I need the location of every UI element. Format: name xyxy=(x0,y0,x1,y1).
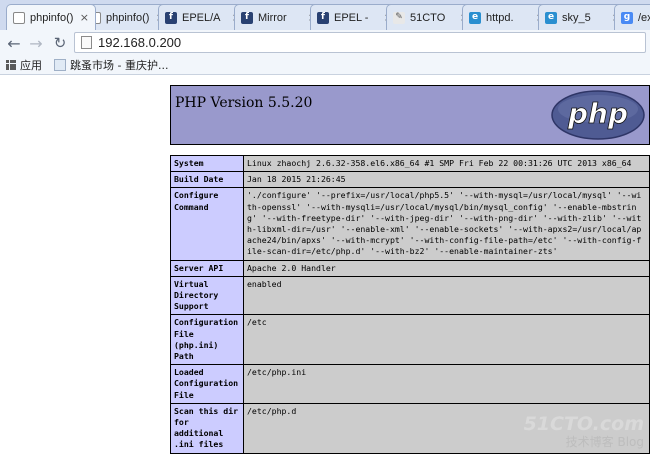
web-icon: e xyxy=(469,11,481,24)
close-icon[interactable]: × xyxy=(80,12,89,23)
tab-strip: phpinfo()×phpinfo()×fEPEL/A×fMirror×fEPE… xyxy=(0,0,650,30)
fedora-icon: f xyxy=(317,11,329,24)
row-label: Virtual Directory Support xyxy=(170,275,244,316)
tab-title: /ext/s xyxy=(638,11,650,24)
table-row: Build Date Jan 18 2015 21:26:45 xyxy=(170,171,650,189)
row-value: /etc/php.ini xyxy=(243,364,650,404)
row-label: Scan this dir for additional .ini files xyxy=(170,402,244,454)
bookmarks-bar: 应用 跳蚤市场 - 重庆护... xyxy=(0,56,650,75)
tool-icon: ✎ xyxy=(393,11,405,24)
row-value: './configure' '--prefix=/usr/local/php5.… xyxy=(243,187,650,261)
php-header: PHP Version 5.5.20 php xyxy=(170,85,650,145)
fedora-icon: f xyxy=(165,11,177,24)
row-label: System xyxy=(170,154,244,173)
tab-title: EPEL - xyxy=(334,11,369,24)
bookmark-page-icon xyxy=(54,59,66,71)
tab-1[interactable]: phpinfo() × xyxy=(6,4,96,30)
tab-9[interactable]: g/ext/s× xyxy=(614,4,650,30)
watermark-blog: 技术博客 Blog xyxy=(565,435,644,449)
table-row: Server API Apache 2.0 Handler xyxy=(170,259,650,277)
apps-grid-icon xyxy=(6,60,16,70)
forward-button[interactable]: → xyxy=(26,32,46,54)
tab-title: phpinfo() xyxy=(30,11,74,24)
tab-title: Mirror xyxy=(258,11,287,24)
arrow-left-icon: ← xyxy=(7,33,21,53)
url-text[interactable]: 192.168.0.200 xyxy=(98,35,181,50)
web-icon: e xyxy=(545,11,557,24)
tab-title: sky_5 xyxy=(562,11,591,24)
address-bar[interactable]: 192.168.0.200 xyxy=(74,32,646,53)
table-row: Configuration File (php.ini) Path/etc xyxy=(170,314,650,366)
row-label: Configure Command xyxy=(170,187,244,261)
row-value: Jan 18 2015 21:26:45 xyxy=(243,171,650,189)
watermark: 51CTO.com 技术博客 Blog xyxy=(524,413,644,450)
page-icon xyxy=(13,11,25,24)
page-title: PHP Version 5.5.20 xyxy=(175,95,313,111)
php-logo: php xyxy=(551,90,645,140)
tab-title: 51CTO xyxy=(410,11,446,24)
bookmark-apps[interactable]: 应用 xyxy=(6,57,42,73)
php-logo-text: php xyxy=(567,97,628,130)
row-value: Linux zhaochj 2.6.32-358.el6.x86_64 #1 S… xyxy=(243,154,650,173)
row-label: Build Date xyxy=(170,171,244,189)
watermark-site: 51CTO.com xyxy=(523,413,644,435)
table-row: Virtual Directory Support enabled xyxy=(170,275,650,316)
info-table: System Linux zhaochj 2.6.32-358.el6.x86_6… xyxy=(170,154,650,454)
row-value: Apache 2.0 Handler xyxy=(243,259,650,277)
reload-icon: ↻ xyxy=(53,34,67,52)
arrow-right-icon: → xyxy=(29,33,43,53)
row-value: /etc xyxy=(243,314,650,366)
tab-title: httpd. xyxy=(486,11,514,24)
tab-title: EPEL/A xyxy=(182,11,221,24)
reload-button[interactable]: ↻ xyxy=(50,32,70,54)
row-label: Loaded Configuration File xyxy=(170,364,244,404)
table-row: Configure Command './configure' '--prefix… xyxy=(170,187,650,261)
bookmark-flea-market[interactable]: 跳蚤市场 - 重庆护... xyxy=(54,57,168,73)
tab-title: phpinfo() xyxy=(106,11,150,24)
bookmark-label: 跳蚤市场 - 重庆护... xyxy=(70,59,169,72)
back-button[interactable]: ← xyxy=(4,32,24,54)
table-row: System Linux zhaochj 2.6.32-358.el6.x86_6… xyxy=(170,154,650,173)
page-icon xyxy=(81,36,92,49)
bookmark-label: 应用 xyxy=(20,59,42,72)
google-icon: g xyxy=(621,11,633,24)
fedora-icon: f xyxy=(241,11,253,24)
row-label: Server API xyxy=(170,259,244,277)
table-row: Loaded Configuration File/etc/php.ini xyxy=(170,364,650,404)
page-content: PHP Version 5.5.20 php System Linux zhaoc… xyxy=(0,75,650,460)
toolbar: ← → ↻ 192.168.0.200 xyxy=(0,30,650,57)
row-label: Configuration File (php.ini) Path xyxy=(170,314,244,366)
row-value: enabled xyxy=(243,275,650,316)
